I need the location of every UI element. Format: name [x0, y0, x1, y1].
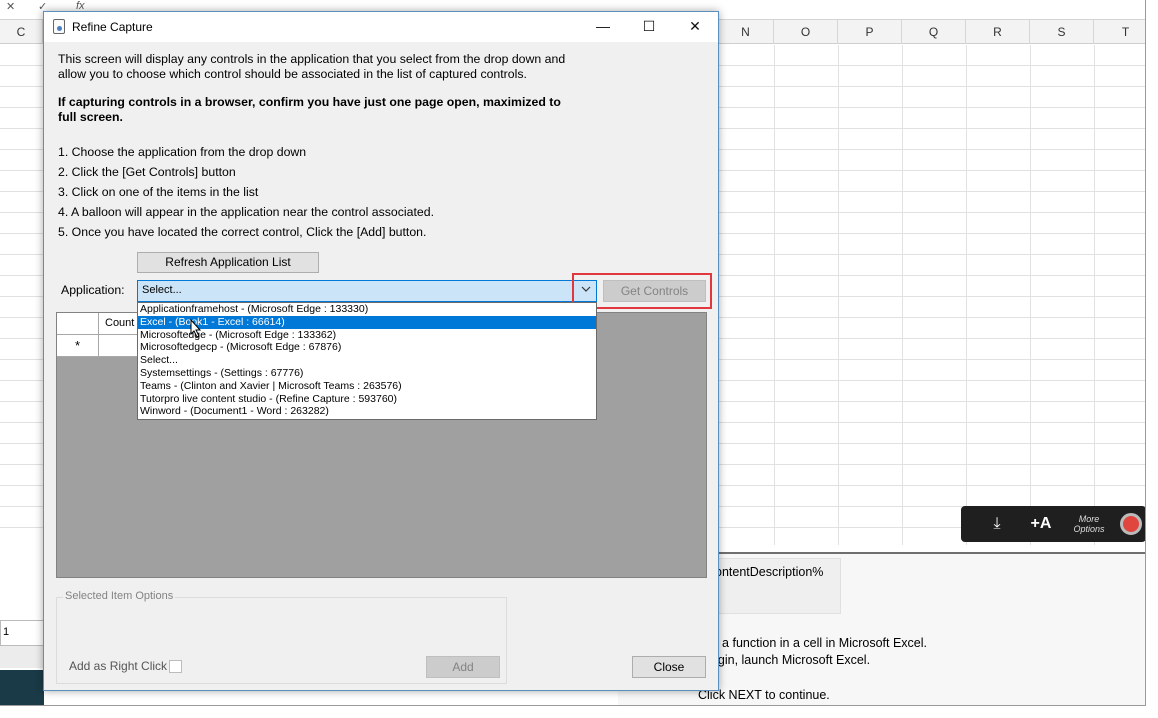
- column-header[interactable]: N: [718, 20, 774, 44]
- step-text: 5. Once you have located the correct con…: [58, 225, 427, 239]
- refine-capture-dialog: Refine Capture — ☐ ✕ This screen will di…: [43, 11, 719, 691]
- grid-line: [966, 45, 967, 545]
- recorder-toolbar: ⤓ +A More Options: [961, 506, 1145, 542]
- add-right-click-checkbox[interactable]: [169, 660, 182, 673]
- close-button[interactable]: Close: [632, 656, 706, 678]
- intro-text: allow you to choose which control should…: [58, 67, 527, 81]
- grid-line: [1030, 45, 1031, 545]
- column-header[interactable]: Q: [902, 20, 966, 44]
- dropdown-option[interactable]: Microsoftedge - (Microsoft Edge : 133362…: [138, 329, 596, 342]
- grid-line: [774, 45, 775, 545]
- dropdown-option[interactable]: Systemsettings - (Settings : 67776): [138, 367, 596, 380]
- instruction-line: ert a function in a cell in Microsoft Ex…: [704, 636, 928, 650]
- dropdown-option-selected[interactable]: Excel - (Book1 - Excel : 66614): [138, 315, 596, 329]
- grid-cell[interactable]: [99, 335, 139, 357]
- refresh-application-list-button[interactable]: Refresh Application List: [137, 252, 319, 273]
- field-text: ontentDescription%: [715, 565, 824, 579]
- warning-text: full screen.: [58, 110, 123, 124]
- new-row-marker: *: [57, 335, 99, 357]
- dropdown-option[interactable]: Tutorpro live content studio - (Refine C…: [138, 393, 596, 406]
- close-window-button[interactable]: ✕: [672, 12, 718, 42]
- maximize-button[interactable]: ☐: [626, 12, 672, 42]
- taskbar-area: [0, 670, 44, 705]
- sheet-tab[interactable]: 1: [0, 620, 45, 646]
- column-header[interactable]: P: [838, 20, 902, 44]
- column-header[interactable]: T: [1094, 20, 1145, 44]
- grid-line: [902, 45, 903, 545]
- step-text: 4. A balloon will appear in the applicat…: [58, 205, 434, 219]
- intro-text: This screen will display any controls in…: [58, 52, 566, 66]
- application-label: Application:: [61, 283, 125, 297]
- dropdown-option[interactable]: Applicationframehost - (Microsoft Edge :…: [138, 303, 596, 316]
- record-icon[interactable]: [1120, 513, 1142, 535]
- application-select-value: Select...: [142, 284, 182, 296]
- app-icon: [53, 19, 65, 34]
- get-controls-button[interactable]: Get Controls: [603, 280, 706, 302]
- grid-line: [838, 45, 839, 545]
- dropdown-option[interactable]: Teams - (Clinton and Xavier | Microsoft …: [138, 380, 596, 393]
- dialog-title: Refine Capture: [72, 20, 153, 34]
- status-area: [0, 646, 44, 668]
- title-bar: Refine Capture — ☐ ✕: [44, 12, 718, 42]
- group-label: Selected Item Options: [63, 590, 176, 602]
- dropdown-option[interactable]: Select...: [138, 354, 596, 367]
- grid-column-header-count[interactable]: Count: [99, 313, 139, 335]
- column-header[interactable]: R: [966, 20, 1030, 44]
- column-header[interactable]: O: [774, 20, 838, 44]
- instruction-line: begin, launch Microsoft Excel.: [704, 653, 871, 667]
- column-header[interactable]: S: [1030, 20, 1094, 44]
- application-dropdown-list[interactable]: Applicationframehost - (Microsoft Edge :…: [137, 302, 597, 420]
- warning-text: If capturing controls in a browser, conf…: [58, 95, 561, 109]
- dropdown-option[interactable]: Winword - (Document1 - Word : 263282): [138, 405, 596, 418]
- download-icon[interactable]: ⤓: [977, 509, 1017, 539]
- add-text-icon[interactable]: +A: [1021, 509, 1061, 539]
- grid-corner: [57, 313, 99, 335]
- step-text: 3. Click on one of the items in the list: [58, 185, 259, 199]
- dropdown-option[interactable]: Microsoftedgecp - (Microsoft Edge : 6787…: [138, 341, 596, 354]
- step-text: 2. Click the [Get Controls] button: [58, 165, 236, 179]
- grid-line: [1094, 45, 1095, 545]
- application-select[interactable]: Select...: [137, 280, 597, 302]
- minimize-button[interactable]: —: [580, 12, 626, 42]
- step-text: 1. Choose the application from the drop …: [58, 145, 307, 159]
- mouse-cursor-icon: [190, 319, 202, 338]
- cancel-icon[interactable]: ✕: [6, 0, 15, 13]
- add-button[interactable]: Add: [426, 656, 500, 678]
- column-header-c[interactable]: C: [0, 20, 43, 44]
- more-options-button[interactable]: More Options: [1069, 509, 1109, 539]
- add-right-click-label: Add as Right Click: [69, 659, 168, 673]
